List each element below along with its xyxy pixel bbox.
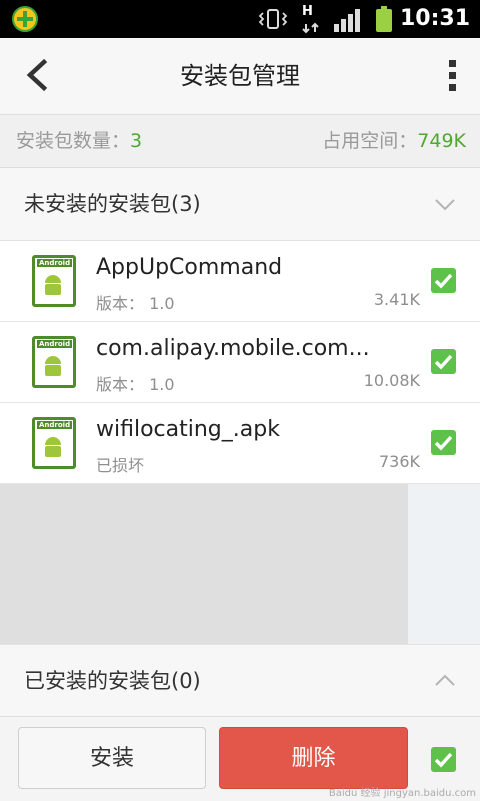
more-menu-button[interactable] xyxy=(446,58,460,94)
vibrate-icon xyxy=(258,9,288,29)
package-size: 3.41K xyxy=(373,290,420,309)
section-not-installed-label: 未安装的安装包(3) xyxy=(24,192,201,216)
package-size: 10.08K xyxy=(363,371,420,390)
check-icon xyxy=(434,273,453,289)
package-item[interactable]: Android AppUpCommand 版本： 1.0 3.41K xyxy=(0,241,480,322)
package-status: 已损坏 xyxy=(96,456,145,475)
package-version: 版本： 1.0 xyxy=(96,294,175,313)
check-icon xyxy=(434,435,453,451)
watermark: Baidu 经验 jingyan.baidu.com xyxy=(328,788,476,799)
space-used: 占用空间：749K xyxy=(322,130,466,152)
space-used-value: 749K xyxy=(417,130,466,152)
action-bar: 安装 删除 Baidu 经验 jingyan.baidu.com xyxy=(0,716,480,801)
signal-icon xyxy=(334,8,362,32)
install-button[interactable]: 安装 xyxy=(18,727,206,789)
back-chevron-icon xyxy=(26,58,48,92)
back-button[interactable] xyxy=(14,50,64,100)
check-icon xyxy=(434,354,453,370)
hspa-data-icon: H xyxy=(300,4,322,34)
status-time: 10:31 xyxy=(399,6,470,31)
app-360-icon xyxy=(12,6,38,32)
package-checkbox[interactable] xyxy=(431,430,456,455)
android-apk-icon: Android xyxy=(32,417,76,469)
package-count: 安装包数量：3 xyxy=(16,130,143,152)
section-not-installed-header[interactable]: 未安装的安装包(3) xyxy=(0,168,480,241)
package-name: wifilocating_.apk xyxy=(96,417,280,442)
select-all-checkbox[interactable] xyxy=(431,747,456,772)
package-name: AppUpCommand xyxy=(96,255,283,280)
section-installed-header[interactable]: 已安装的安装包(0) xyxy=(0,644,480,718)
android-apk-icon: Android xyxy=(32,336,76,388)
empty-list-area-right xyxy=(408,484,480,644)
package-checkbox[interactable] xyxy=(431,349,456,374)
battery-icon xyxy=(376,6,392,32)
chevron-up-icon xyxy=(435,674,455,686)
package-version: 版本： 1.0 xyxy=(96,375,175,394)
title-bar: 安装包管理 xyxy=(0,38,480,115)
delete-button[interactable]: 删除 xyxy=(219,727,408,789)
package-count-value: 3 xyxy=(130,130,143,152)
check-icon xyxy=(434,752,453,768)
package-checkbox[interactable] xyxy=(431,268,456,293)
package-name: com.alipay.mobile.com... xyxy=(96,336,370,361)
package-item[interactable]: Android com.alipay.mobile.com... 版本： 1.0… xyxy=(0,322,480,403)
chevron-down-icon xyxy=(435,199,455,211)
package-size: 736K xyxy=(378,452,420,471)
empty-list-area xyxy=(0,484,408,644)
status-bar: H 10:31 xyxy=(0,0,480,38)
section-installed-label: 已安装的安装包(0) xyxy=(24,669,201,693)
package-summary: 安装包数量：3 占用空间：749K xyxy=(0,115,480,168)
more-vertical-icon xyxy=(449,60,456,67)
package-item[interactable]: Android wifilocating_.apk 已损坏 736K xyxy=(0,403,480,484)
android-apk-icon: Android xyxy=(32,255,76,307)
page-title: 安装包管理 xyxy=(180,62,300,90)
